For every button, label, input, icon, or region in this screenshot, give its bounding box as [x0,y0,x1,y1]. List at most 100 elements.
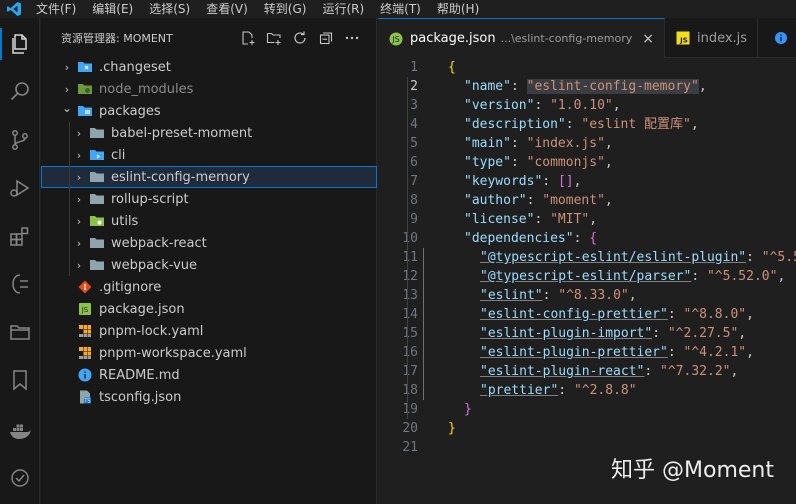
code-token: , [612,98,621,113]
close-tab-icon[interactable]: × [642,31,654,47]
tree-folder[interactable]: › eslint-config-memory [41,166,377,188]
accounts-icon[interactable] [0,458,40,498]
menu-item[interactable]: 选择(S) [141,0,198,18]
tree-folder[interactable]: › node_modules [41,78,377,100]
tree-folder[interactable]: › cli [41,144,377,166]
chevron-right-icon[interactable]: › [71,169,87,185]
info-icon[interactable] [766,18,796,58]
indent-guide [407,362,408,381]
chevron-right-icon[interactable]: › [71,257,87,273]
code-token: "moment" [542,193,605,208]
line-number: 9 [410,212,418,227]
collapse-all-icon[interactable] [316,28,336,48]
tree-folder[interactable]: › .changeset [41,56,377,78]
code-line: 18 "prettier": "^2.8.8" [378,381,796,400]
menu-item[interactable]: 转到(G) [256,0,315,18]
tree-file[interactable]: pnpm-lock.yaml [41,320,377,342]
tree-file[interactable]: pnpm-workspace.yaml [41,342,377,364]
code-token: { [448,60,456,75]
tree-folder[interactable]: › utils [41,210,377,232]
bookmark-icon[interactable] [0,360,40,400]
indent-guide [69,188,70,210]
code-editor[interactable]: 1{2 "name": "eslint-config-memory", 3 "vers… [378,58,796,504]
code-text: "license": "MIT", [422,210,597,229]
chevron-right-icon[interactable]: › [59,59,75,75]
source-control-icon[interactable] [0,120,40,160]
code-line: 15 "eslint-plugin-import": "^2.27.5", [378,324,796,343]
docker-icon[interactable] [0,410,40,450]
tree-folder[interactable]: › rollup-script [41,188,377,210]
code-token: "^5.52.0" [706,269,778,284]
menu-item[interactable]: 编辑(E) [84,0,141,18]
tree-item-label: cli [111,147,126,163]
yaml-file-icon [77,323,93,339]
json-file-icon: TS [77,389,93,405]
tree-file[interactable]: .gitignore [41,276,377,298]
tree-folder[interactable]: ⌄ packages [41,100,377,122]
tree-folder[interactable]: › webpack-vue [41,254,377,276]
folder-icon[interactable] [0,312,40,352]
line-number: 7 [410,174,418,189]
menu-item[interactable]: 运行(R) [314,0,372,18]
indent-guide [407,400,408,419]
new-folder-icon[interactable] [264,28,284,48]
code-line: 5 "main": "index.js", [378,134,796,153]
code-token: , [628,288,637,303]
tree-file[interactable]: TS tsconfig.json [41,386,377,408]
line-number: 12 [402,269,418,284]
code-text: "eslint-plugin-import": "^2.27.5", [422,324,746,343]
code-token: : [746,250,754,265]
files-icon[interactable] [0,24,40,64]
code-text: "main": "index.js", [422,134,613,153]
menu-item[interactable]: 文件(F) [28,0,84,18]
indent-guide [407,324,408,343]
chevron-right-icon[interactable]: › [71,235,87,251]
code-line: 12 "@typescript-eslint/parser": "^5.52.0"… [378,267,796,286]
activity-bar [0,18,40,504]
explorer-title: 资源管理器: MOMENT [61,32,173,45]
line-number: 14 [402,307,418,322]
chevron-right-icon[interactable]: › [59,81,75,97]
code-text: "author": "moment", [422,191,613,210]
code-line: 19} [378,400,796,419]
line-number: 10 [402,231,418,246]
indent-guide [407,191,408,210]
run-debug-icon[interactable] [0,168,40,208]
chevron-right-icon[interactable]: › [71,147,87,163]
refresh-icon[interactable] [290,28,310,48]
extensions-icon[interactable] [0,216,40,256]
search-icon[interactable] [0,72,40,112]
menu-item[interactable]: 终端(T) [372,0,429,18]
line-number: 2 [410,79,418,94]
js-file-icon: JS [675,30,691,46]
chevron-right-icon[interactable]: › [71,125,87,141]
tree-file[interactable]: JS package.json [41,298,377,320]
tree-folder[interactable]: › babel-preset-moment [41,122,377,144]
tree-file[interactable]: README.md [41,364,377,386]
tab-package-json[interactable]: JS package.json ...\eslint-config-memory… [378,18,665,58]
code-text: "version": "1.0.10", [422,96,621,115]
code-token: : [667,307,676,322]
line-number: 4 [410,117,418,132]
code-token: "^4.2.1" [683,345,747,360]
code-token: , [604,155,613,170]
menu-item[interactable]: 帮助(H) [429,0,487,18]
chevron-right-icon[interactable]: › [71,191,87,207]
remote-explorer-icon[interactable] [0,264,40,304]
tree-folder[interactable]: › webpack-react [41,232,377,254]
chevron-right-icon[interactable]: › [71,213,87,229]
vscode-logo-icon [0,0,28,18]
tab-index-js[interactable]: JS index.js [665,18,759,58]
more-actions-icon[interactable] [342,28,362,48]
markdown-file-icon [77,367,93,383]
code-token: "eslint" [480,288,543,303]
menu-item[interactable]: 查看(V) [198,0,256,18]
line-number: 11 [402,250,418,265]
new-file-icon[interactable] [238,28,258,48]
chevron-down-icon[interactable]: ⌄ [59,102,75,119]
